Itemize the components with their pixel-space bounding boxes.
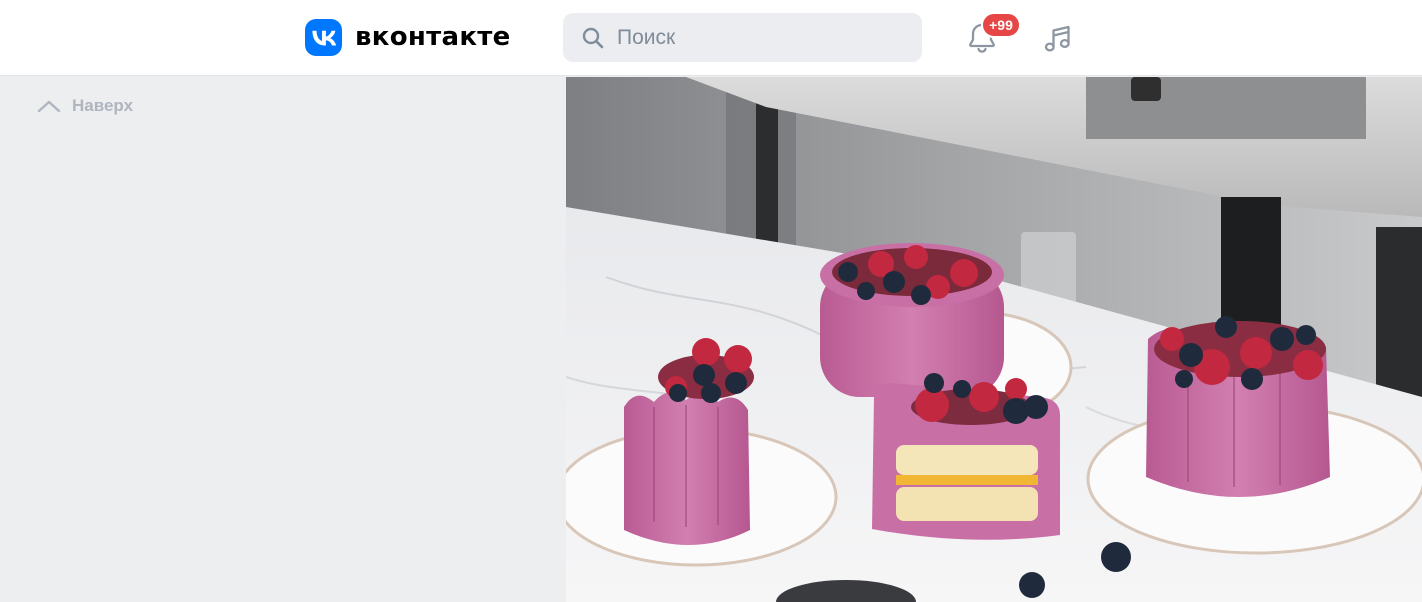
scroll-to-top-label: Наверх — [72, 96, 134, 115]
top-header: вконтакте +99 — [0, 0, 1422, 76]
post-photo[interactable] — [566, 77, 1422, 602]
left-scroll-area: Наверх — [0, 77, 566, 602]
search-icon — [581, 25, 607, 51]
vk-logo-link[interactable]: вконтакте — [305, 19, 511, 56]
chevron-up-icon — [37, 100, 61, 113]
search-box[interactable] — [563, 13, 922, 62]
vk-logo-icon — [305, 19, 342, 56]
cakes-photo-image — [566, 77, 1422, 602]
search-input[interactable] — [617, 25, 897, 50]
notifications-badge: +99 — [981, 12, 1021, 38]
music-icon — [1044, 25, 1070, 52]
logo-text: вконтакте — [355, 22, 511, 52]
scroll-to-top-button[interactable]: Наверх — [37, 96, 133, 116]
music-button[interactable] — [1038, 18, 1078, 58]
